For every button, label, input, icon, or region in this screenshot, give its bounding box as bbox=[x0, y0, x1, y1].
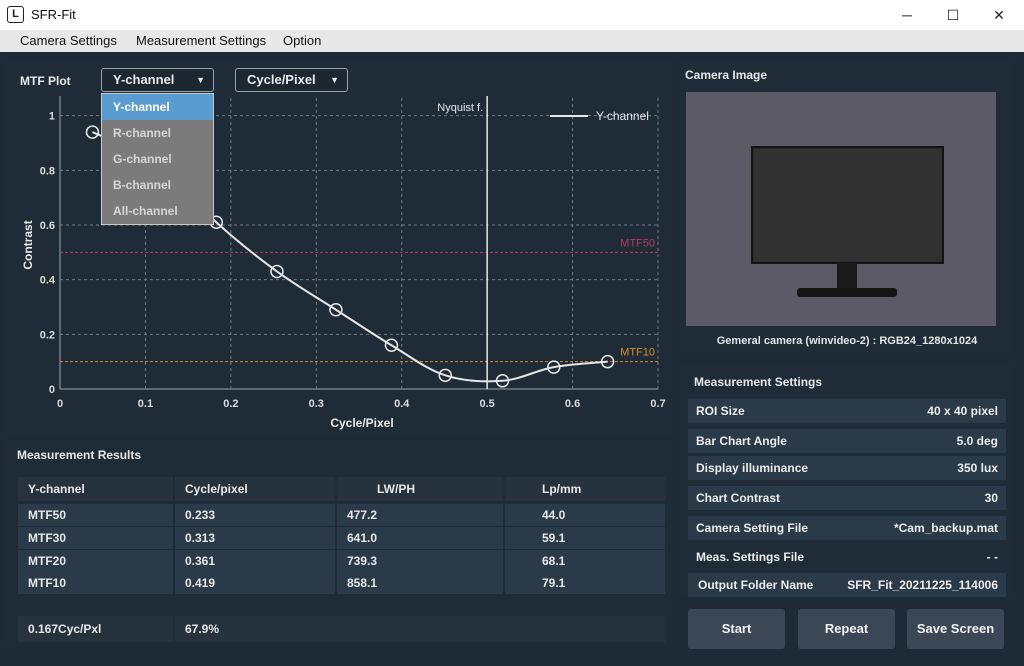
setting-row-bar-chart-angle: Bar Chart Angle 5.0 deg bbox=[688, 429, 1006, 453]
channel-dropdown[interactable]: Y-channel ▼ bbox=[101, 68, 214, 92]
option-b-channel[interactable]: B-channel bbox=[102, 172, 213, 198]
menu-measurement-settings[interactable]: Measurement Settings bbox=[136, 33, 266, 48]
setting-row-camera-setting-file: Camera Setting File *Cam_backup.mat bbox=[688, 516, 1006, 540]
results-header-lw-ph: LW/PH bbox=[337, 477, 503, 501]
option-g-channel[interactable]: G-channel bbox=[102, 146, 213, 172]
maximize-button[interactable]: ☐ bbox=[930, 0, 976, 30]
setting-value: *Cam_backup.mat bbox=[893, 521, 998, 535]
results-header-lp-mm: Lp/mm bbox=[505, 477, 665, 501]
table-cell: 68.1 bbox=[505, 550, 665, 572]
option-r-channel[interactable]: R-channel bbox=[102, 120, 213, 146]
summary-contrast: 67.9% bbox=[175, 616, 665, 642]
menu-camera-settings[interactable]: Camera Settings bbox=[20, 33, 117, 48]
setting-value: SFR_Fit_20211225_114006 bbox=[847, 578, 998, 592]
table-cell: 641.0 bbox=[337, 527, 503, 549]
setting-label: Chart Contrast bbox=[696, 491, 781, 505]
table-cell: MTF50 bbox=[18, 504, 173, 526]
setting-label: Meas. Settings File bbox=[696, 550, 805, 564]
camera-image bbox=[686, 92, 996, 326]
mtf-plot-title: MTF Plot bbox=[20, 74, 71, 88]
table-cell: 0.419 bbox=[175, 572, 335, 594]
table-cell: MTF20 bbox=[18, 550, 173, 572]
dropdown-arrow-icon: ▼ bbox=[196, 75, 205, 85]
table-cell: MTF30 bbox=[18, 527, 173, 549]
setting-label: ROI Size bbox=[696, 404, 745, 418]
setting-value: 350 lux bbox=[957, 461, 998, 475]
camera-caption: Gemeral camera (winvideo-2) : RGB24_1280… bbox=[716, 335, 978, 347]
repeat-button[interactable]: Repeat bbox=[798, 609, 895, 649]
unit-dropdown[interactable]: Cycle/Pixel ▼ bbox=[235, 68, 348, 92]
table-cell: 858.1 bbox=[337, 572, 503, 594]
setting-row-display-illuminance: Display illuminance 350 lux bbox=[688, 456, 1006, 480]
menu-option[interactable]: Option bbox=[283, 33, 321, 48]
measurement-settings-title: Measurement Settings bbox=[694, 375, 823, 389]
table-cell: 0.313 bbox=[175, 527, 335, 549]
setting-label: Bar Chart Angle bbox=[696, 434, 787, 448]
minimize-button[interactable]: ─ bbox=[884, 0, 930, 30]
setting-value: 5.0 deg bbox=[956, 434, 998, 448]
table-cell: 0.361 bbox=[175, 550, 335, 572]
unit-dropdown-value: Cycle/Pixel bbox=[247, 72, 316, 87]
setting-row-output-folder-name: Output Folder Name SFR_Fit_20211225_1140… bbox=[688, 573, 1006, 597]
start-button[interactable]: Start bbox=[688, 609, 785, 649]
table-cell: 59.1 bbox=[505, 527, 665, 549]
channel-dropdown-list: Y-channel R-channel G-channel B-channel … bbox=[101, 93, 214, 225]
menu-bar: Camera Settings Measurement Settings Opt… bbox=[0, 30, 1024, 52]
setting-row-meas-settings-file: Meas. Settings File - - bbox=[688, 545, 1006, 569]
setting-label: Camera Setting File bbox=[696, 521, 809, 535]
option-all-channel[interactable]: All-channel bbox=[102, 198, 213, 224]
summary-frequency: 0.167Cyc/Pxl bbox=[18, 616, 173, 642]
measurement-results-title: Measurement Results bbox=[17, 448, 142, 462]
setting-value: 40 x 40 pixel bbox=[927, 404, 998, 418]
results-header-cycle-pixel: Cycle/pixel bbox=[175, 477, 335, 501]
table-cell: 0.233 bbox=[175, 504, 335, 526]
table-cell: 477.2 bbox=[337, 504, 503, 526]
title-bar: L SFR-Fit ─ ☐ ✕ bbox=[0, 0, 1024, 30]
monitor-image bbox=[751, 146, 944, 297]
setting-row-chart-contrast: Chart Contrast 30 bbox=[688, 486, 1006, 510]
camera-image-title: Camera Image bbox=[685, 68, 768, 82]
table-cell: 44.0 bbox=[505, 504, 665, 526]
setting-label: Display illuminance bbox=[696, 461, 809, 475]
channel-dropdown-value: Y-channel bbox=[113, 72, 175, 87]
table-cell: 79.1 bbox=[505, 572, 665, 594]
option-y-channel[interactable]: Y-channel bbox=[102, 94, 213, 120]
table-cell: 739.3 bbox=[337, 550, 503, 572]
setting-label: Output Folder Name bbox=[698, 578, 814, 592]
setting-value: - - bbox=[986, 550, 998, 564]
setting-value: 30 bbox=[984, 491, 998, 505]
close-button[interactable]: ✕ bbox=[976, 0, 1022, 30]
window-title: SFR-Fit bbox=[31, 7, 76, 22]
setting-row-roi-size: ROI Size 40 x 40 pixel bbox=[688, 399, 1006, 423]
dropdown-arrow-icon: ▼ bbox=[330, 75, 339, 85]
results-header-channel: Y-channel bbox=[18, 477, 173, 501]
save-screen-button[interactable]: Save Screen bbox=[907, 609, 1004, 649]
table-cell: MTF10 bbox=[18, 572, 173, 594]
app-logo-icon: L bbox=[7, 6, 24, 23]
